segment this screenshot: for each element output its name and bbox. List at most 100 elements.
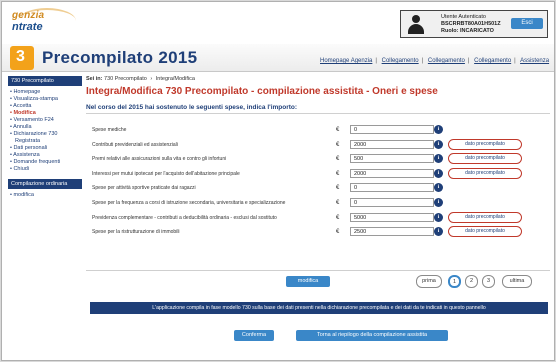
link-homepage-agenzia[interactable]: Homepage Agenzia xyxy=(320,58,372,64)
sidebar-list: • Homepage • Visualizza-stampa • Accetta • … xyxy=(8,89,82,173)
user-role: Ruolo: INCARICATO xyxy=(441,28,494,34)
link-assistenza[interactable]: Assistenza xyxy=(520,58,549,64)
top-links: Homepage Agenzia | Collegamento | Collegam… xyxy=(320,58,550,64)
euro-symbol: € xyxy=(336,170,340,177)
logo-top-text: genzia xyxy=(12,10,45,21)
expense-label: Spese per la ristrutturazione di immobil… xyxy=(92,229,180,236)
sidebar-item[interactable]: • modifica xyxy=(8,192,82,199)
expense-row: Spese per attività sportive praticate da… xyxy=(92,182,548,197)
expense-amount-input[interactable]: 500 xyxy=(350,154,434,164)
breadcrumb: Sei in: 730 Precompilato › Integra/Modif… xyxy=(86,76,195,82)
page-title: Integra/Modifica 730 Precompilato - comp… xyxy=(86,86,438,97)
title-band: 3 Precompilato 2015 Homepage Agenzia | Co… xyxy=(2,44,554,72)
window: genzia ntrate Utente Autenticato BSCRRBT… xyxy=(1,1,555,361)
expense-row: Previdenza complementare - contributi a … xyxy=(92,211,548,227)
conferma-button[interactable]: Conferma xyxy=(234,330,274,341)
expense-label: Spese per attività sportive praticate da… xyxy=(92,185,196,192)
pager-page-2[interactable]: 2 xyxy=(465,275,478,288)
expense-row: Spese per la frequenza a corsi di istruz… xyxy=(92,197,548,212)
info-icon[interactable]: i xyxy=(434,139,443,149)
sidebar-item[interactable]: • Domande frequenti xyxy=(8,159,82,166)
euro-symbol: € xyxy=(336,199,340,206)
pager-first-button[interactable]: prima xyxy=(416,275,442,288)
info-icon[interactable]: i xyxy=(434,183,443,193)
breadcrumb-item-integra: Integra/Modifica xyxy=(155,76,195,82)
sidebar-item[interactable]: • Chiudi xyxy=(8,166,82,173)
divider xyxy=(86,270,550,271)
sidebar-item[interactable]: • Dati personali xyxy=(8,145,82,152)
expense-amount-input[interactable]: 0 xyxy=(350,125,434,134)
expense-amount-input[interactable]: 2000 xyxy=(350,139,434,149)
info-bar: L'applicazione compila in fase modello 7… xyxy=(90,302,548,314)
badge-number: 3 xyxy=(16,48,25,65)
dato-precompilato-button[interactable]: dato precompilato xyxy=(448,226,522,238)
pager-last-button[interactable]: ultima xyxy=(502,275,532,288)
user-label: Utente Autenticato xyxy=(441,14,486,20)
sidebar-list-2: • modifica xyxy=(8,192,82,199)
header: genzia ntrate Utente Autenticato BSCRRBT… xyxy=(2,2,554,42)
expense-label: Premi relativi alle assicurazioni sulla … xyxy=(92,156,227,163)
euro-symbol: € xyxy=(336,127,340,133)
expense-amount-input[interactable]: 2000 xyxy=(350,168,434,178)
expense-label: Spese mediche xyxy=(92,127,127,133)
breadcrumb-prefix: Sei in: xyxy=(86,76,103,82)
730-badge-icon: 3 xyxy=(10,46,34,70)
breadcrumb-item-730[interactable]: 730 Precompilato xyxy=(104,76,147,82)
sidebar-item[interactable]: Registrata xyxy=(8,138,82,145)
link-collegamento-2[interactable]: Collegamento xyxy=(428,58,465,64)
user-box: Utente Autenticato BSCRRBT80A01H501Z Ruo… xyxy=(400,10,548,38)
sidebar-item[interactable]: • Annulla xyxy=(8,124,82,131)
logout-button[interactable]: Esci xyxy=(511,18,543,29)
expense-amount-input[interactable]: 0 xyxy=(350,183,434,193)
pager-page-3[interactable]: 3 xyxy=(482,275,495,288)
modifica-button[interactable]: modifica xyxy=(286,276,330,287)
agenzia-entrate-logo[interactable]: genzia ntrate xyxy=(12,8,82,34)
expense-amount-input[interactable]: 2500 xyxy=(350,227,434,237)
dato-precompilato-button[interactable]: dato precompilato xyxy=(448,211,522,223)
sidebar-item[interactable]: • Versamento F24 xyxy=(8,117,82,124)
expense-row: Interessi per mutui ipotecari per l'acqu… xyxy=(92,167,548,183)
logo-bottom-text: ntrate xyxy=(12,21,43,33)
info-icon[interactable]: i xyxy=(434,197,443,207)
sidebar: 730 Precompilato • Homepage • Visualizza-… xyxy=(8,76,82,260)
section-question: Nel corso del 2015 hai sostenuto le segu… xyxy=(86,104,550,114)
expense-row: Spese per la ristrutturazione di immobil… xyxy=(92,226,548,241)
sidebar-section-title: 730 Precompilato xyxy=(8,76,82,86)
info-icon[interactable]: i xyxy=(434,227,443,237)
pager-page-1[interactable]: 1 xyxy=(448,275,461,288)
user-info: Utente Autenticato BSCRRBT80A01H501Z Ruo… xyxy=(441,14,501,35)
main-content: Sei in: 730 Precompilato › Integra/Modif… xyxy=(86,76,550,326)
expense-row: Spese mediche €0 i xyxy=(92,124,548,139)
expense-label: Spese per la frequenza a corsi di istruz… xyxy=(92,199,286,206)
dato-precompilato-button[interactable]: dato precompilato xyxy=(448,153,522,165)
sidebar-item[interactable]: • Visualizza-stampa xyxy=(8,96,82,103)
expense-row: Contributi previdenziali ed assistenzial… xyxy=(92,138,548,154)
sidebar-item[interactable]: • Accetta xyxy=(8,103,82,110)
info-icon[interactable]: i xyxy=(434,168,443,178)
info-icon[interactable]: i xyxy=(434,154,443,164)
info-icon[interactable]: i xyxy=(434,125,443,134)
back-to-summary-button[interactable]: Torna al riepilogo della compilazione as… xyxy=(296,330,448,341)
sidebar-item[interactable]: • Homepage xyxy=(8,89,82,96)
expense-amount-input[interactable]: 5000 xyxy=(350,212,434,222)
euro-symbol: € xyxy=(336,229,340,236)
link-collegamento-1[interactable]: Collegamento xyxy=(382,58,419,64)
expense-label: Contributi previdenziali ed assistenzial… xyxy=(92,141,178,148)
expense-rows: Spese mediche €0 i Contributi previdenziali… xyxy=(92,124,548,241)
info-icon[interactable]: i xyxy=(434,212,443,222)
sidebar-item[interactable]: • Assistenza xyxy=(8,152,82,159)
sidebar-item[interactable]: • Dichiarazione 730 xyxy=(8,131,82,138)
euro-symbol: € xyxy=(336,185,340,192)
sidebar-section2-title: Compilazione ordinaria xyxy=(8,179,82,189)
expense-label: Previdenza complementare - contributi a … xyxy=(92,214,277,221)
app-title: Precompilato 2015 xyxy=(42,48,198,67)
user-avatar-icon xyxy=(407,14,425,34)
euro-symbol: € xyxy=(336,156,340,163)
euro-symbol: € xyxy=(336,141,340,148)
sidebar-item[interactable]: • Modifica xyxy=(8,110,82,117)
dato-precompilato-button[interactable]: dato precompilato xyxy=(448,138,522,150)
dato-precompilato-button[interactable]: dato precompilato xyxy=(448,167,522,179)
expense-amount-input[interactable]: 0 xyxy=(350,197,434,207)
link-collegamento-3[interactable]: Collegamento xyxy=(474,58,511,64)
euro-symbol: € xyxy=(336,214,340,221)
